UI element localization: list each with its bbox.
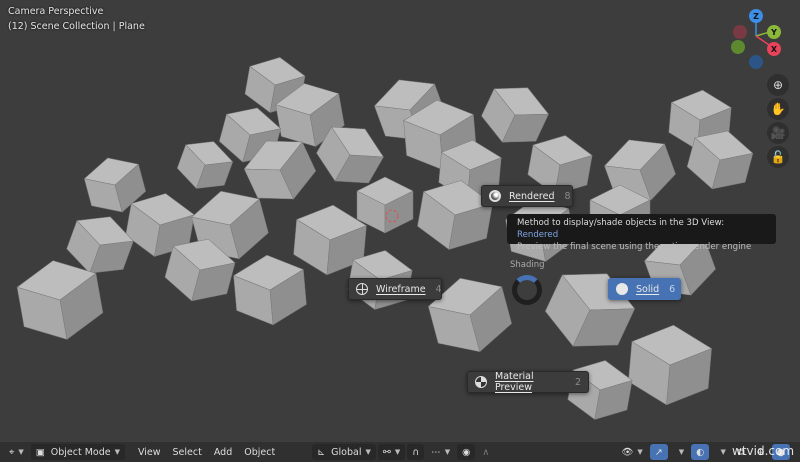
pivot-icon: ⚯ — [382, 446, 391, 458]
transform-orientation-icon: ⊾ — [317, 446, 326, 458]
hand-pan-icon[interactable]: ✋ — [767, 98, 789, 120]
pie-item-label: Solid — [636, 283, 660, 295]
pie-item-hotkey: 2 — [574, 376, 581, 388]
pivot-select[interactable]: ⚯ ▼ — [377, 444, 406, 460]
viewport-header: ⌖ ▼ ▣ Object Mode ▼ View Select Add Object … — [0, 442, 800, 462]
cube — [356, 176, 414, 234]
proportional-edit-icon: ◉ — [462, 446, 471, 458]
proportional-edit-toggle[interactable]: ◉ — [457, 444, 476, 460]
chevron-down-icon: ▼ — [720, 448, 726, 456]
overlays-icon: ◐ — [696, 446, 705, 458]
pie-item-hotkey: 4 — [435, 283, 442, 295]
snap-icon: ∩ — [412, 446, 420, 458]
cube — [233, 254, 307, 326]
orientation-label: Global — [331, 446, 362, 458]
chevron-down-icon: ▼ — [678, 448, 685, 456]
axis-neg-x[interactable] — [733, 25, 747, 39]
falloff-select[interactable]: ∧ — [477, 444, 494, 460]
cube — [628, 324, 713, 406]
chevron-down-icon: ▼ — [114, 448, 120, 456]
pie-item-solid[interactable]: Solid 6 — [608, 278, 681, 300]
3d-viewport[interactable]: Camera Perspective (12) Scene Collection… — [0, 0, 800, 442]
rendered-shading-icon — [489, 190, 501, 202]
eye-icon: 👁 — [621, 446, 634, 458]
chevron-down-icon: ▼ — [394, 448, 401, 456]
editor-type-icon: ⌖ — [9, 446, 15, 458]
pie-direction-indicator — [512, 275, 542, 305]
chevron-down-icon: ▼ — [637, 448, 643, 456]
axis-neg-y[interactable] — [731, 40, 745, 54]
chevron-down-icon: ▼ — [365, 448, 371, 456]
overlays-toggle[interactable]: ◐ — [691, 444, 710, 460]
pie-item-wireframe[interactable]: Wireframe 4 — [348, 278, 442, 300]
pie-item-hotkey: 6 — [669, 283, 676, 295]
menu-add[interactable]: Add — [209, 444, 237, 460]
menu-select[interactable]: Select — [168, 444, 207, 460]
tooltip-text: Method to display/shade objects in the 3… — [517, 218, 725, 228]
mode-select[interactable]: ▣ Object Mode ▼ — [30, 444, 125, 460]
gizmo-icon: ↗ — [654, 446, 663, 458]
watermark: wtvid.com — [732, 444, 795, 458]
orientation-select[interactable]: ⊾ Global ▼ — [312, 444, 376, 460]
pie-item-material-preview[interactable]: Material Preview 2 — [467, 371, 589, 393]
falloff-icon: ∧ — [482, 446, 490, 458]
unlock-icon[interactable]: 🔓 — [767, 146, 789, 168]
axis-y[interactable]: Y — [767, 25, 781, 39]
pie-item-label: Rendered — [509, 190, 555, 202]
material-preview-icon — [475, 376, 487, 388]
tooltip: Method to display/shade objects in the 3… — [507, 214, 776, 252]
mode-label: Object Mode — [50, 446, 111, 458]
tooltip-description: Preview the final scene using the active… — [517, 242, 752, 252]
snap-increment-icon: ⋯ — [431, 446, 441, 458]
pie-title: Shading — [510, 260, 545, 270]
view-name: Camera Perspective — [8, 6, 104, 17]
object-mode-icon: ▣ — [35, 446, 45, 458]
wireframe-shading-icon — [356, 283, 368, 295]
snap-target-select[interactable]: ⋯ ▼ — [426, 444, 455, 460]
gizmo-toggle[interactable]: ↗ — [649, 444, 668, 460]
visibility-select[interactable]: 👁 ▼ — [616, 444, 647, 460]
axis-z[interactable]: Z — [749, 9, 763, 23]
chevron-down-icon: ▼ — [18, 448, 24, 456]
pie-item-label: Material Preview — [495, 371, 534, 393]
pie-item-label: Wireframe — [376, 283, 426, 295]
pie-item-rendered[interactable]: Rendered 8 — [481, 185, 573, 207]
camera-icon[interactable]: 🎥 — [767, 122, 789, 144]
menu-view[interactable]: View — [133, 444, 166, 460]
cube — [545, 273, 636, 347]
axis-x[interactable]: X — [767, 42, 781, 56]
editor-type-button[interactable]: ⌖ ▼ — [4, 444, 29, 460]
axis-neg-z[interactable] — [749, 55, 763, 69]
pie-item-hotkey: 8 — [564, 190, 571, 202]
collection-info: (12) Scene Collection | Plane — [8, 21, 145, 32]
gizmo-options[interactable]: ▼ — [670, 444, 689, 460]
chevron-down-icon: ▼ — [444, 448, 451, 456]
menu-object[interactable]: Object — [239, 444, 280, 460]
overlays-options[interactable]: ▼ — [711, 444, 730, 460]
tooltip-value: Rendered — [517, 230, 559, 240]
snap-toggle[interactable]: ∩ — [407, 444, 425, 460]
solid-shading-icon — [616, 283, 628, 295]
zoom-icon[interactable]: ⊕ — [767, 74, 789, 96]
